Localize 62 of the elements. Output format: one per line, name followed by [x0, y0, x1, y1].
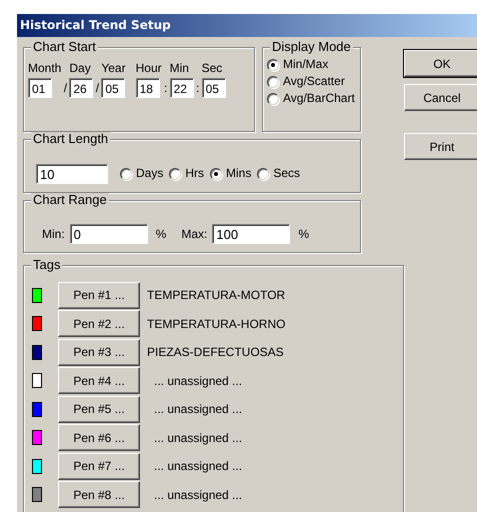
- tag-name: ... unassigned ...: [154, 402, 242, 416]
- input-field[interactable]: 05: [202, 78, 226, 98]
- separator: :: [162, 80, 168, 97]
- radio-option[interactable]: Days: [120, 165, 164, 182]
- window-title: Historical Trend Setup: [17, 14, 477, 37]
- radio-option[interactable]: Hrs: [169, 165, 204, 182]
- group-title: Display Mode: [270, 40, 353, 54]
- radio-button[interactable]: [267, 76, 279, 88]
- separator: /: [62, 80, 68, 97]
- pen-button[interactable]: Pen #7 ...: [58, 452, 140, 480]
- field-label: Month: [28, 60, 62, 76]
- tag-name: ... unassigned ...: [154, 430, 242, 445]
- radio-button[interactable]: [120, 168, 132, 180]
- radio-option[interactable]: Min/Max: [267, 56, 360, 73]
- dialog-button[interactable]: Print: [404, 133, 477, 160]
- input-field[interactable]: 18: [136, 78, 160, 98]
- radio-option[interactable]: Mins: [210, 165, 252, 182]
- field-label: Year: [101, 60, 126, 76]
- field-label: Min: [170, 60, 189, 76]
- input-field[interactable]: 100: [212, 224, 290, 244]
- tag-name: TEMPERATURA-HORNO: [147, 316, 286, 331]
- field-label: Day: [69, 60, 91, 76]
- radio-button[interactable]: [257, 168, 270, 180]
- unit-label: %: [156, 226, 166, 240]
- radio-option[interactable]: Avg/BarChart: [267, 90, 360, 107]
- pen-button[interactable]: Pen #2 ...: [58, 310, 140, 338]
- dialog-button[interactable]: Cancel: [404, 84, 477, 111]
- separator: /: [94, 80, 100, 97]
- input-field[interactable]: 26: [69, 78, 94, 98]
- radio-button[interactable]: [267, 92, 279, 104]
- input-field[interactable]: 10: [36, 164, 108, 184]
- field-label: Max:: [181, 226, 208, 240]
- field-label: Min:: [42, 226, 65, 240]
- separator: :: [194, 80, 200, 97]
- group-title: Chart Range: [31, 193, 109, 207]
- input-field[interactable]: 22: [170, 78, 194, 98]
- tag-name: ... unassigned ...: [154, 374, 242, 388]
- pen-button[interactable]: Pen #1 ...: [58, 282, 140, 309]
- tag-name: PIEZAS-DEFECTUOSAS: [147, 345, 284, 360]
- input-field[interactable]: 0: [70, 224, 148, 244]
- field-label: Sec: [202, 60, 222, 76]
- group-title: Tags: [31, 258, 62, 272]
- input-field[interactable]: 05: [101, 78, 126, 98]
- field-label: Hour: [136, 60, 162, 76]
- pen-button[interactable]: Pen #6 ...: [58, 424, 140, 452]
- pen-button[interactable]: Pen #5 ...: [58, 396, 140, 423]
- group-title: Chart Length: [31, 132, 110, 146]
- pen-button[interactable]: Pen #3 ...: [58, 338, 140, 366]
- radio-button[interactable]: [169, 168, 182, 180]
- tag-name: ... unassigned ...: [154, 488, 242, 502]
- input-field[interactable]: 01: [28, 78, 52, 98]
- tag-name: TEMPERATURA-MOTOR: [147, 288, 286, 302]
- radio-option[interactable]: Avg/Scatter: [267, 73, 360, 90]
- dialog-button[interactable]: OK: [404, 50, 477, 77]
- pen-button[interactable]: Pen #8 ...: [58, 481, 140, 508]
- radio-button[interactable]: [210, 168, 222, 180]
- unit-label: %: [298, 226, 310, 240]
- pen-button[interactable]: Pen #4 ...: [58, 367, 140, 394]
- tag-name: ... unassigned ...: [154, 459, 242, 474]
- radio-option[interactable]: Secs: [257, 165, 300, 182]
- radio-button[interactable]: [267, 58, 279, 70]
- group-title: Chart Start: [31, 40, 98, 54]
